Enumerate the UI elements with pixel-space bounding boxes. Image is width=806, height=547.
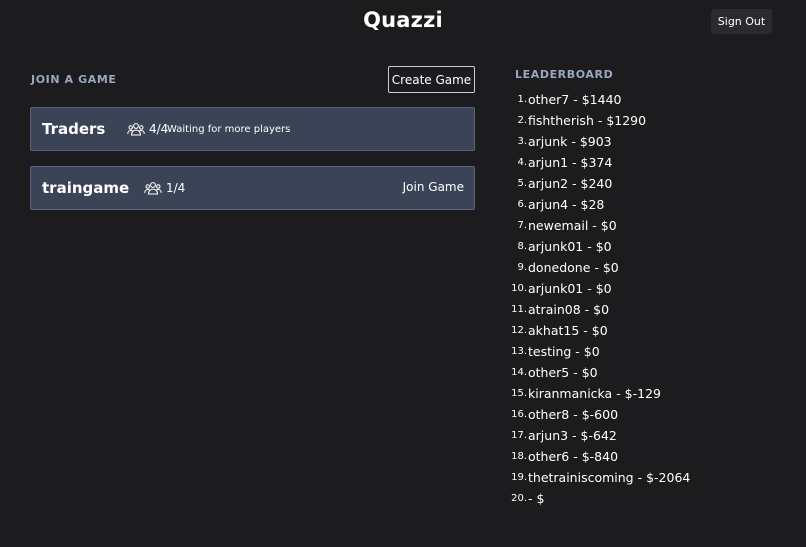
app-title: Quazzi <box>363 8 443 32</box>
leaderboard-entry: 8. arjunk01 - $0 <box>507 236 690 257</box>
leaderboard-entry: 9. donedone - $0 <box>507 257 690 278</box>
leaderboard-rank: 18. <box>511 451 527 462</box>
leaderboard-entry: 11. atrain08 - $0 <box>507 299 690 320</box>
leaderboard-entry-text: other7 - $1440 <box>528 92 622 107</box>
leaderboard-rank: 9. <box>517 262 527 273</box>
leaderboard-entry: 17. arjun3 - $-642 <box>507 425 690 446</box>
leaderboard-entry: 10. arjunk01 - $0 <box>507 278 690 299</box>
leaderboard-entry: 2. fishtherish - $1290 <box>507 110 690 131</box>
leaderboard-rank: 1. <box>517 94 527 105</box>
leaderboard-rank: 12. <box>511 325 527 336</box>
player-count: 4/4 <box>149 122 169 136</box>
join-game-button[interactable]: Join Game <box>403 180 464 194</box>
leaderboard-rank: 11. <box>511 304 527 315</box>
leaderboard-rank: 20. <box>511 493 527 504</box>
sign-out-button[interactable]: Sign Out <box>711 9 772 34</box>
leaderboard-rank: 10. <box>511 283 527 294</box>
leaderboard-entry-text: other6 - $-840 <box>528 449 619 464</box>
leaderboard-entry-text: arjunk01 - $0 <box>528 239 612 254</box>
leaderboard-entry: 18. other6 - $-840 <box>507 446 690 467</box>
leaderboard-entry-text: - $ <box>528 491 545 506</box>
leaderboard-entry: 7. newemail - $0 <box>507 215 690 236</box>
leaderboard-entry-text: akhat15 - $0 <box>528 323 608 338</box>
leaderboard-rank: 6. <box>517 199 527 210</box>
leaderboard-entry: 5. arjun2 - $240 <box>507 173 690 194</box>
game-status: Waiting for more players <box>167 124 291 135</box>
leaderboard-entry: 3. arjunk - $903 <box>507 131 690 152</box>
leaderboard-entry-text: other8 - $-600 <box>528 407 619 422</box>
users-icon <box>127 123 145 136</box>
leaderboard-entry-text: thetrainiscoming - $-2064 <box>528 470 691 485</box>
leaderboard-entry-text: arjun4 - $28 <box>528 197 605 212</box>
leaderboard-rank: 7. <box>517 220 527 231</box>
game-name: traingame <box>42 179 130 197</box>
leaderboard-rank: 16. <box>511 409 527 420</box>
leaderboard-title: LEADERBOARD <box>515 68 614 81</box>
leaderboard-entry-text: arjunk - $903 <box>528 134 612 149</box>
leaderboard-rank: 13. <box>511 346 527 357</box>
leaderboard-entry-text: arjunk01 - $0 <box>528 281 612 296</box>
leaderboard-entry: 12. akhat15 - $0 <box>507 320 690 341</box>
leaderboard-entry: 13. testing - $0 <box>507 341 690 362</box>
leaderboard-entry: 4. arjun1 - $374 <box>507 152 690 173</box>
join-section-title: JOIN A GAME <box>31 73 117 86</box>
leaderboard-rank: 2. <box>517 115 527 126</box>
leaderboard-entry: 16. other8 - $-600 <box>507 404 690 425</box>
leaderboard-rank: 17. <box>511 430 527 441</box>
create-game-button[interactable]: Create Game <box>388 66 475 93</box>
game-card-traders: Traders 4/4 Waiting for more players <box>30 107 475 151</box>
leaderboard-entry-text: donedone - $0 <box>528 260 619 275</box>
leaderboard-entry-text: fishtherish - $1290 <box>528 113 647 128</box>
leaderboard-entry: 19. thetrainiscoming - $-2064 <box>507 467 690 488</box>
leaderboard-entry-text: arjun2 - $240 <box>528 176 613 191</box>
leaderboard-entry-text: atrain08 - $0 <box>528 302 610 317</box>
leaderboard-list: 1. other7 - $1440 2. fishtherish - $1290 3. a… <box>507 89 690 509</box>
leaderboard-rank: 19. <box>511 472 527 483</box>
leaderboard-rank: 4. <box>517 157 527 168</box>
leaderboard-entry: 1. other7 - $1440 <box>507 89 690 110</box>
leaderboard-entry-text: arjun3 - $-642 <box>528 428 617 443</box>
leaderboard-entry-text: other5 - $0 <box>528 365 598 380</box>
player-count: 1/4 <box>166 181 186 195</box>
game-name: Traders <box>42 120 106 138</box>
leaderboard-entry: 14. other5 - $0 <box>507 362 690 383</box>
users-icon <box>144 182 162 195</box>
leaderboard-entry: 6. arjun4 - $28 <box>507 194 690 215</box>
leaderboard-rank: 3. <box>517 136 527 147</box>
leaderboard-entry-text: newemail - $0 <box>528 218 617 233</box>
leaderboard-rank: 5. <box>517 178 527 189</box>
leaderboard-entry: 20. - $ <box>507 488 690 509</box>
leaderboard-entry-text: kiranmanicka - $-129 <box>528 386 661 401</box>
leaderboard-rank: 8. <box>517 241 527 252</box>
leaderboard-entry: 15. kiranmanicka - $-129 <box>507 383 690 404</box>
leaderboard-rank: 15. <box>511 388 527 399</box>
leaderboard-entry-text: arjun1 - $374 <box>528 155 613 170</box>
leaderboard-rank: 14. <box>511 367 527 378</box>
leaderboard-entry-text: testing - $0 <box>528 344 600 359</box>
game-card-traingame: traingame 1/4 Join Game <box>30 166 475 210</box>
